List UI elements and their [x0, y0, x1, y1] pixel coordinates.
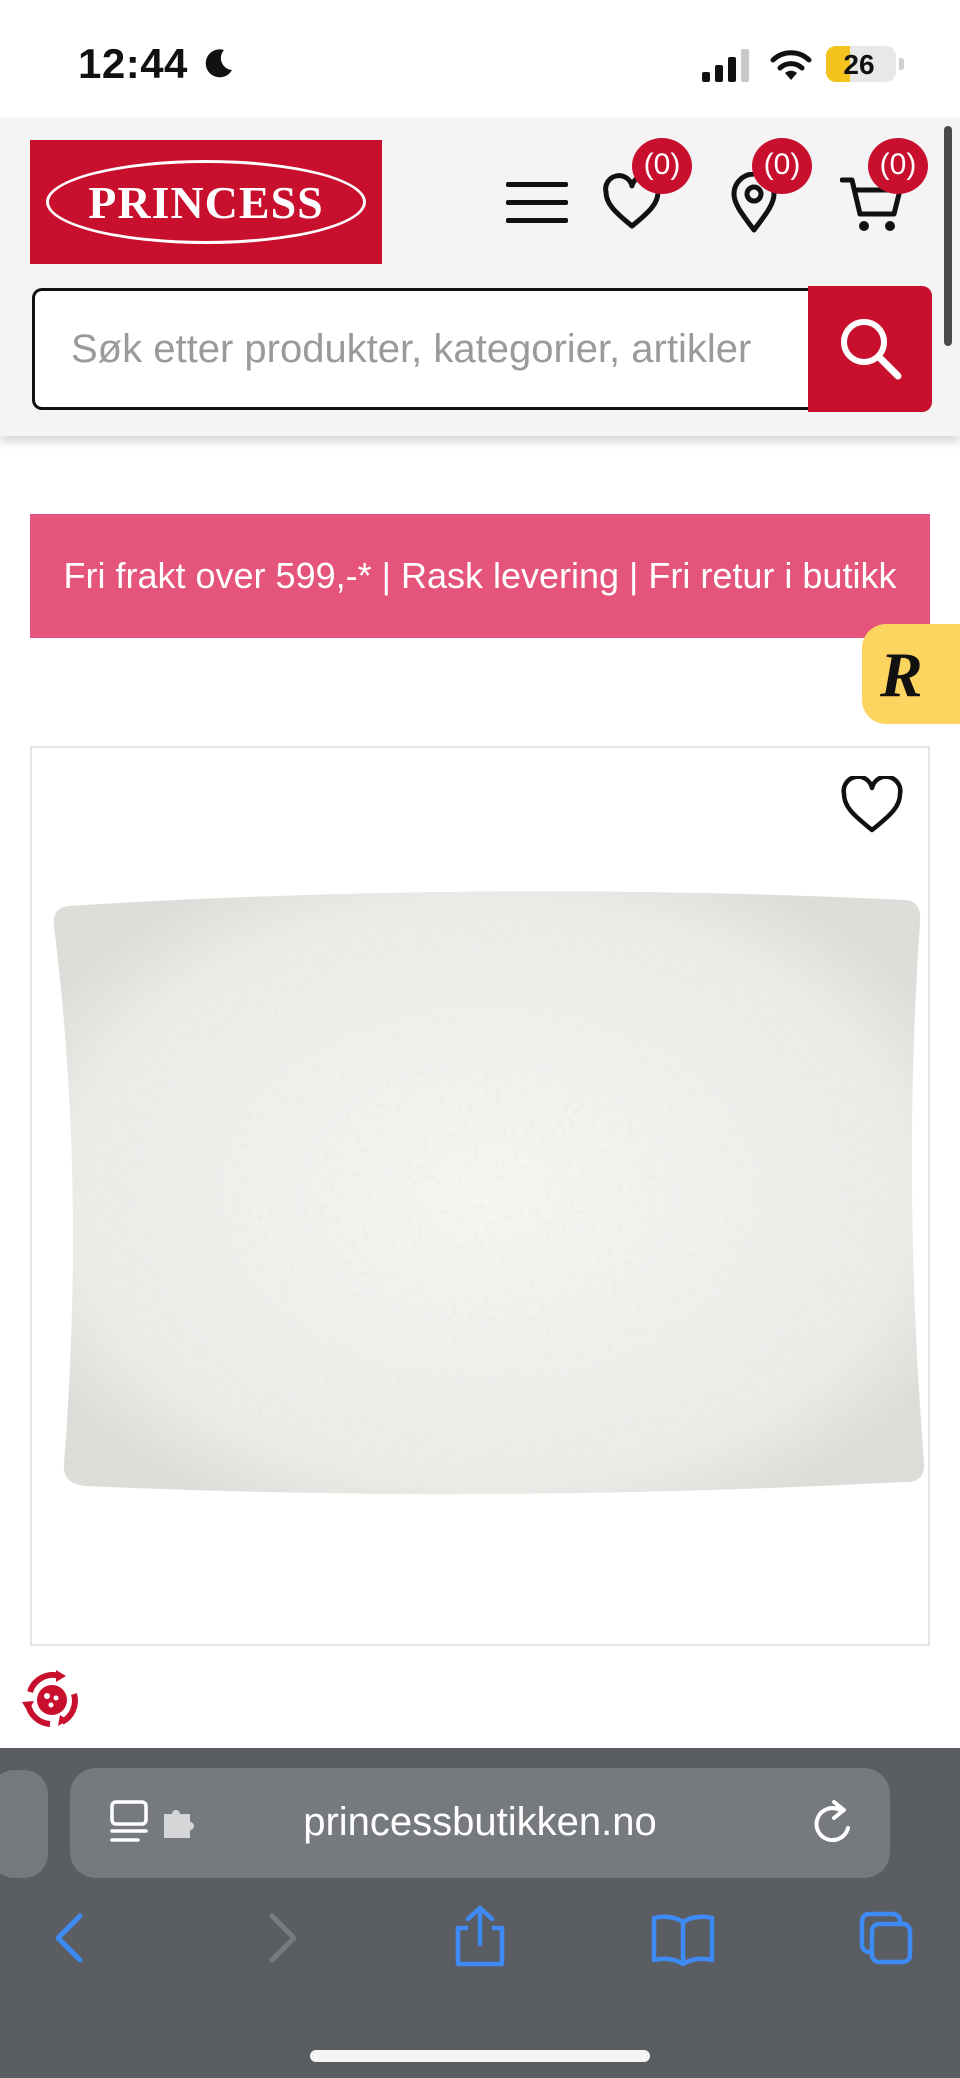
product-image-card[interactable] [30, 746, 930, 1646]
address-bar[interactable]: princessbutikken.no [70, 1768, 890, 1878]
home-indicator[interactable] [310, 2050, 650, 2062]
battery-level: 26 [843, 49, 875, 80]
search-input[interactable] [32, 288, 812, 410]
url-text: princessbutikken.no [303, 1800, 657, 1844]
back-icon[interactable] [42, 1908, 102, 1968]
moon-icon [205, 49, 232, 78]
princess-logo[interactable]: PRINCESS [30, 140, 382, 264]
menu-icon[interactable] [506, 178, 568, 226]
battery-icon: 26 [826, 46, 904, 82]
recycle-icon[interactable] [16, 1664, 88, 1736]
tabs-icon[interactable] [856, 1908, 916, 1968]
bookmarks-icon[interactable] [650, 1908, 716, 1968]
share-icon[interactable] [450, 1904, 510, 1968]
previous-tab-preview[interactable] [0, 1770, 48, 1878]
heart-outline-icon[interactable] [840, 776, 904, 836]
status-bar: 12:44 26 [0, 0, 960, 118]
wishlist-count-badge: (0) [632, 138, 692, 194]
reviews-widget-letter: R [880, 639, 923, 710]
site-header: PRINCESS (0) (0) (0) [0, 118, 960, 436]
status-time: 12:44 [78, 40, 188, 87]
cellular-signal-icon [702, 49, 749, 82]
promo-banner[interactable]: Fri frakt over 599,-* | Rask levering | … [30, 514, 930, 638]
product-image [53, 891, 925, 1495]
search-button[interactable] [808, 286, 932, 412]
cart-count-badge: (0) [868, 138, 928, 194]
logo-text: PRINCESS [88, 177, 324, 228]
reviews-widget-button[interactable]: R [862, 624, 960, 724]
browser-toolbar: princessbutikken.no [0, 1748, 960, 2078]
stores-count-badge: (0) [752, 138, 812, 194]
reload-icon[interactable] [810, 1798, 858, 1848]
search-bar [32, 286, 932, 412]
page-scrollbar[interactable] [944, 126, 952, 346]
search-icon [841, 319, 902, 380]
wifi-icon [770, 50, 812, 80]
forward-icon[interactable] [250, 1908, 310, 1968]
